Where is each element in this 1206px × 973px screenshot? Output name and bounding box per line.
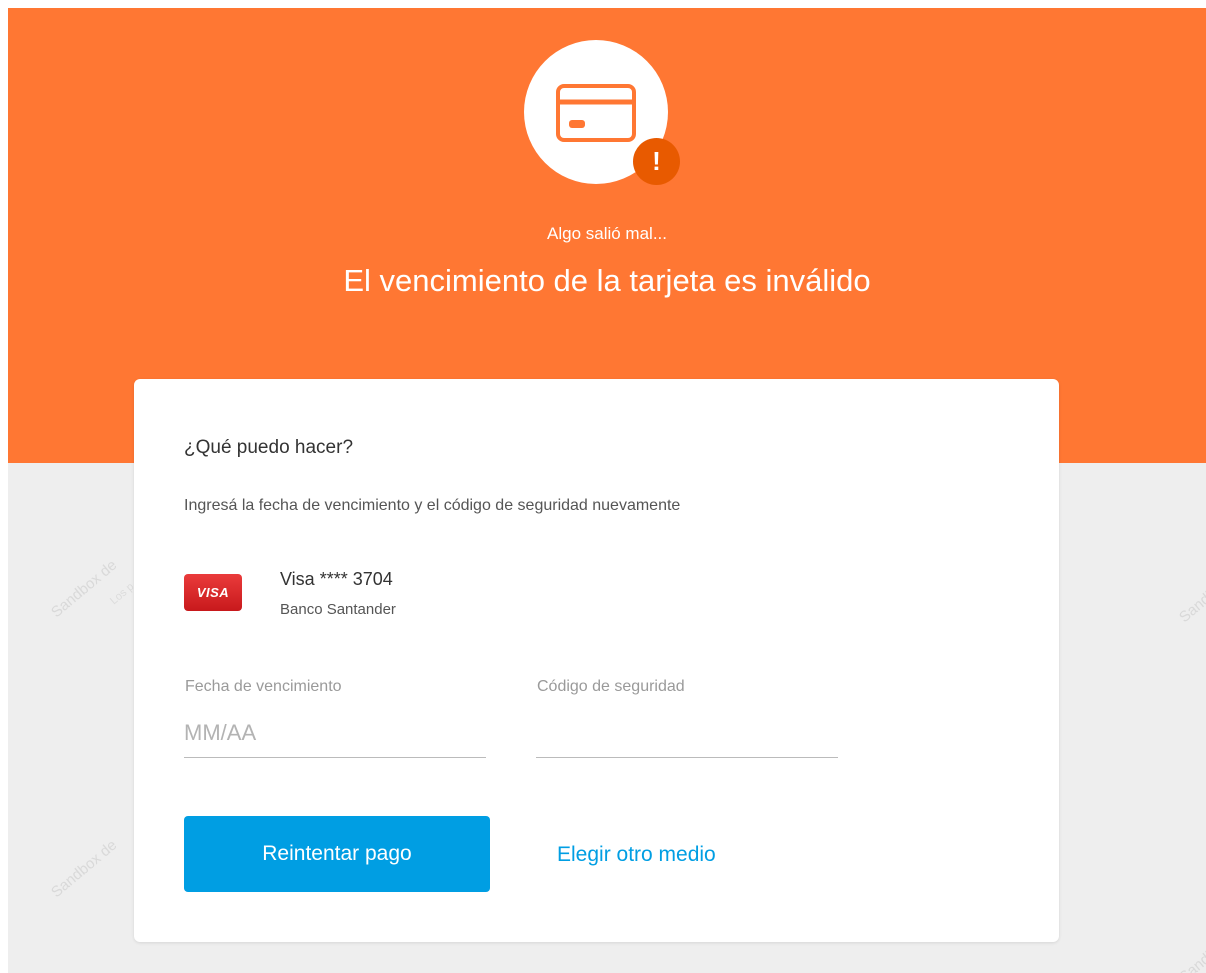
card-number: Visa **** 3704: [280, 569, 393, 589]
choose-other-method-link[interactable]: Elegir otro medio: [557, 843, 716, 867]
sandbox-watermark: Sandbox de: [48, 836, 121, 902]
alert-icon: !: [633, 138, 680, 185]
sandbox-watermark: Sandbox de: [1176, 562, 1206, 627]
error-subtitle: Algo salió mal...: [547, 224, 667, 243]
expiry-label: Fecha de vencimiento: [185, 678, 342, 695]
retry-payment-button[interactable]: Reintentar pago: [184, 816, 490, 892]
page-frame: Sandbox de Los p Sandbox de Sandbox de S…: [8, 8, 1206, 973]
cvv-input[interactable]: [536, 709, 838, 758]
sandbox-watermark-sub: Los p: [108, 580, 137, 608]
sandbox-watermark: Sandbox de: [48, 556, 121, 622]
sandbox-watermark: Sandbox de: [1176, 922, 1206, 973]
cvv-label: Código de seguridad: [537, 678, 685, 695]
bank-name: Banco Santander: [280, 601, 396, 618]
error-title: El vencimiento de la tarjeta es inválido: [343, 263, 871, 298]
instruction-text: Ingresá la fecha de vencimiento y el cód…: [184, 497, 681, 514]
recovery-card: ¿Qué puedo hacer? Ingresá la fecha de ve…: [134, 379, 1059, 942]
section-heading: ¿Qué puedo hacer?: [184, 437, 354, 458]
visa-logo: VISA: [184, 574, 242, 611]
credit-card-icon: [556, 84, 636, 142]
expiry-input[interactable]: [184, 709, 486, 758]
